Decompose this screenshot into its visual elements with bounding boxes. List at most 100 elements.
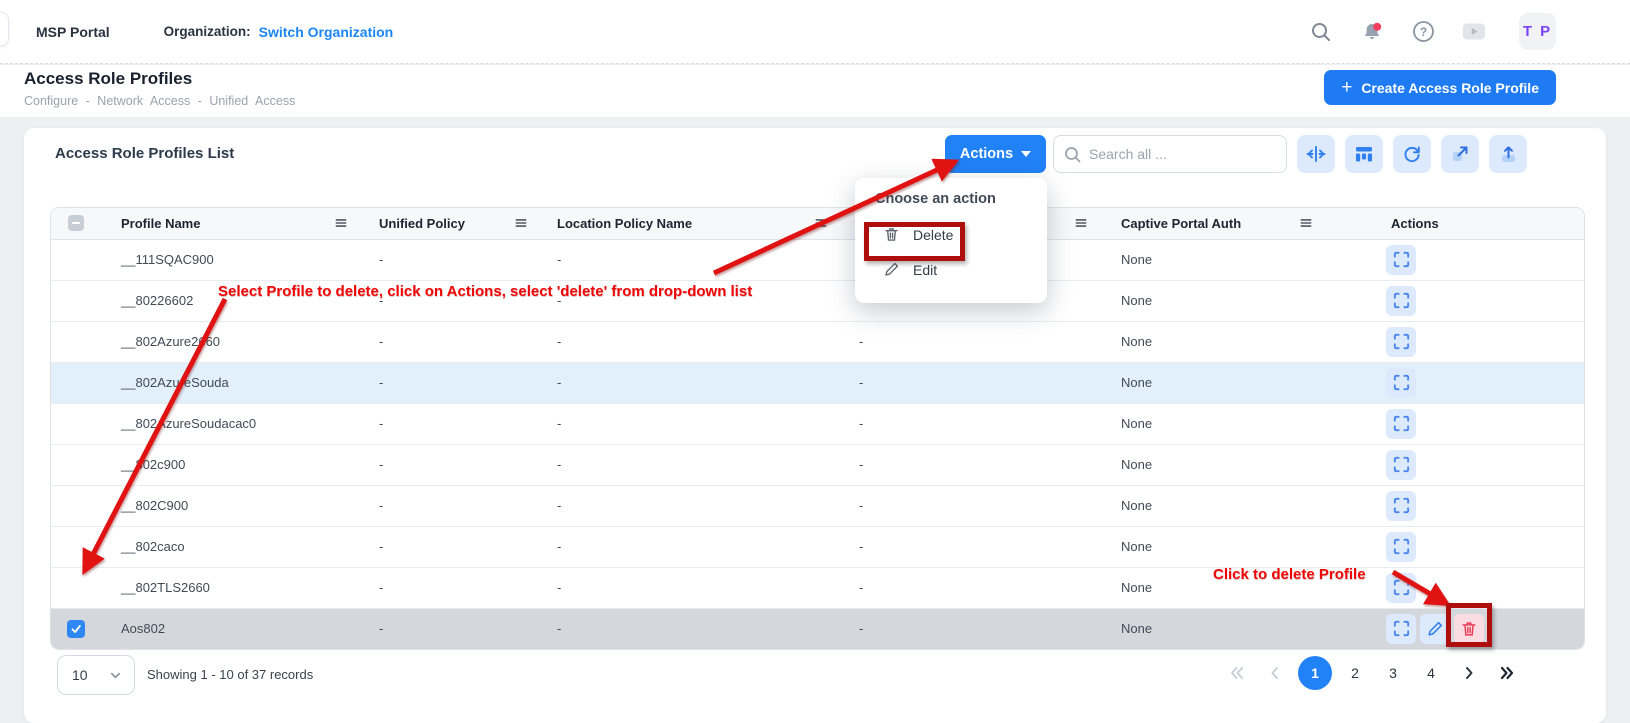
select-all-checkbox[interactable] <box>68 215 84 231</box>
table-row[interactable]: __802Azure2660 - - - None <box>51 321 1585 362</box>
table-row[interactable]: __802C900 - - - None <box>51 485 1585 526</box>
row-checkbox-cell[interactable] <box>51 485 101 526</box>
next-page-button[interactable] <box>1454 655 1484 691</box>
expand-row-button[interactable] <box>1386 368 1416 398</box>
expand-icon <box>1392 578 1411 597</box>
chevron-left-icon <box>1268 665 1282 681</box>
expand-icon <box>1392 250 1411 269</box>
table-row-selected[interactable]: Aos802 - - - None <box>51 608 1585 649</box>
profile-name-cell: __802caco <box>101 526 366 567</box>
annotation-box-trash-button <box>1446 603 1492 647</box>
annotation-box-delete-menu <box>864 222 965 261</box>
col-header-captive-portal: Captive Portal Auth <box>1121 216 1241 231</box>
row-checkbox-cell[interactable] <box>51 444 101 485</box>
columns-button[interactable] <box>1345 135 1383 173</box>
top-bar: MSP Portal Organization: Switch Organiza… <box>0 0 1630 64</box>
expand-row-button[interactable] <box>1386 327 1416 357</box>
expand-icon <box>1392 332 1411 351</box>
fit-width-icon <box>1305 144 1327 164</box>
search-icon[interactable] <box>1309 20 1333 44</box>
table-row-highlighted[interactable]: __802AzureSouda - - - None <box>51 362 1585 403</box>
row-checkbox-checked[interactable] <box>67 620 85 638</box>
avatar[interactable]: T P <box>1519 13 1556 50</box>
page-button-1[interactable]: 1 <box>1298 656 1332 690</box>
check-icon <box>70 623 82 635</box>
expand-icon <box>1392 619 1411 638</box>
breadcrumb: Configure - Network Access - Unified Acc… <box>24 94 295 108</box>
upload-button[interactable] <box>1489 135 1527 173</box>
brand-title: MSP Portal <box>36 24 110 40</box>
table-row[interactable]: __111SQAC900 - - - None <box>51 239 1585 280</box>
fit-columns-button[interactable] <box>1297 135 1335 173</box>
row-checkbox-cell[interactable] <box>51 280 101 321</box>
annotation-select-profile: Select Profile to delete, click on Actio… <box>218 283 752 300</box>
row-checkbox-cell[interactable] <box>51 362 101 403</box>
col-header-location-policy: Location Policy Name <box>557 216 692 231</box>
col-header-unified-policy: Unified Policy <box>379 216 465 231</box>
help-glyph: ? <box>1419 25 1426 39</box>
column-menu-icon[interactable] <box>814 216 828 230</box>
column-menu-icon[interactable] <box>514 216 528 230</box>
profile-name-cell: Aos802 <box>101 608 366 649</box>
create-access-role-profile-button[interactable]: + Create Access Role Profile <box>1324 70 1556 105</box>
column-menu-icon[interactable] <box>1074 216 1088 230</box>
export-button[interactable] <box>1441 135 1479 173</box>
profile-name-cell: __802Azure2660 <box>101 321 366 362</box>
search-box <box>1053 135 1287 173</box>
actions-button[interactable]: Actions <box>945 135 1046 173</box>
row-checkbox-cell[interactable] <box>51 403 101 444</box>
list-title: Access Role Profiles List <box>55 145 234 162</box>
row-checkbox-cell[interactable] <box>51 526 101 567</box>
chevron-down-icon <box>1021 151 1031 157</box>
chevron-right-icon <box>1462 665 1476 681</box>
page-button-3[interactable]: 3 <box>1378 655 1408 691</box>
notifications-bell-icon[interactable] <box>1360 20 1384 44</box>
column-menu-icon[interactable] <box>1299 216 1313 230</box>
page-size-select[interactable]: 10 <box>57 655 135 695</box>
help-icon[interactable]: ? <box>1411 20 1435 44</box>
profile-name-cell: __802AzureSouda <box>101 362 366 403</box>
prev-page-button[interactable] <box>1260 655 1290 691</box>
sidebar-peek-tab[interactable] <box>0 12 9 46</box>
page-header: Access Role Profiles Configure - Network… <box>0 65 1630 117</box>
columns-icon <box>1354 144 1374 164</box>
annotation-click-delete: Click to delete Profile <box>1213 566 1366 583</box>
records-summary: Showing 1 - 10 of 37 records <box>147 667 313 682</box>
expand-icon <box>1392 414 1411 433</box>
expand-icon <box>1392 537 1411 556</box>
expand-row-button[interactable] <box>1386 573 1416 603</box>
row-checkbox-cell[interactable] <box>51 321 101 362</box>
row-checkbox-cell[interactable] <box>51 239 101 280</box>
profile-name-cell: __111SQAC900 <box>101 239 366 280</box>
page-title: Access Role Profiles <box>24 69 192 89</box>
row-checkbox-cell[interactable] <box>51 567 101 608</box>
expand-row-button[interactable] <box>1386 245 1416 275</box>
table-header-row: Profile Name Unified Policy Location Pol… <box>51 208 1585 239</box>
table-tools <box>1297 135 1527 173</box>
profile-name-cell: __802c900 <box>101 444 366 485</box>
table-row[interactable]: __802AzureSoudacac0 - - - None <box>51 403 1585 444</box>
table-row[interactable]: __802caco - - - None <box>51 526 1585 567</box>
expand-row-button[interactable] <box>1386 450 1416 480</box>
expand-row-button[interactable] <box>1386 614 1416 644</box>
refresh-button[interactable] <box>1393 135 1431 173</box>
table-row[interactable]: __802c900 - - - None <box>51 444 1585 485</box>
expand-row-button[interactable] <box>1386 286 1416 316</box>
expand-row-button[interactable] <box>1386 409 1416 439</box>
last-page-button[interactable] <box>1492 655 1522 691</box>
col-header-profile-name: Profile Name <box>121 216 200 231</box>
first-page-button[interactable] <box>1222 655 1252 691</box>
double-chevron-right-icon <box>1498 665 1516 681</box>
organization-link[interactable]: Switch Organization <box>259 24 394 40</box>
expand-row-button[interactable] <box>1386 532 1416 562</box>
plus-icon: + <box>1341 78 1352 97</box>
profiles-table: Profile Name Unified Policy Location Pol… <box>50 207 1585 650</box>
column-menu-icon[interactable] <box>334 216 348 230</box>
video-tutorial-icon[interactable] <box>1462 20 1486 44</box>
profile-name-cell: __802TLS2660 <box>101 567 366 608</box>
search-input[interactable] <box>1089 146 1276 162</box>
expand-row-button[interactable] <box>1386 491 1416 521</box>
double-chevron-left-icon <box>1228 665 1246 681</box>
page-button-4[interactable]: 4 <box>1416 655 1446 691</box>
page-button-2[interactable]: 2 <box>1340 655 1370 691</box>
